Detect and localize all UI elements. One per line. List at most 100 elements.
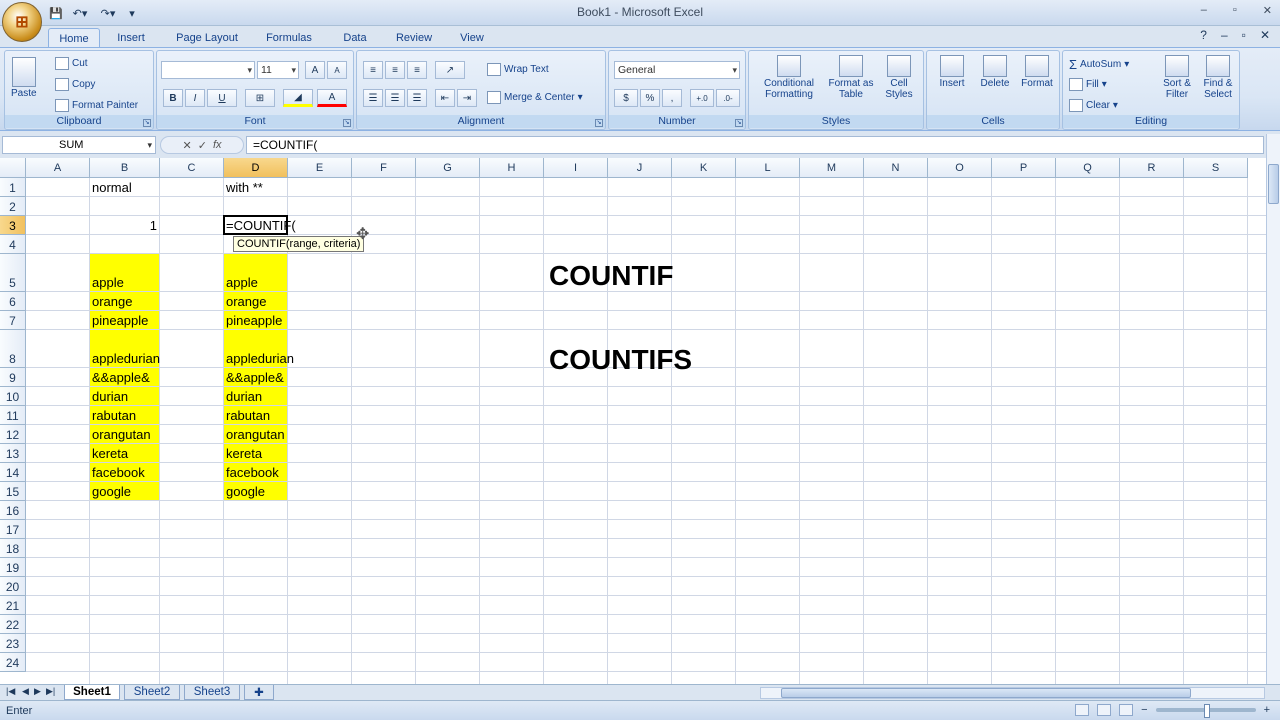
percent-button[interactable]: % [640, 89, 660, 107]
countifs-heading[interactable]: COUNTIFS [549, 344, 692, 376]
cell-d10[interactable]: durian [224, 387, 287, 405]
format-as-table-button[interactable]: Format as Table [825, 55, 877, 100]
vertical-scrollbar[interactable] [1266, 134, 1280, 686]
sheet-tab-sheet1[interactable]: Sheet1 [64, 685, 120, 700]
column-header-h[interactable]: H [480, 158, 544, 178]
decrease-decimal-button[interactable]: .0- [716, 89, 740, 107]
column-header-m[interactable]: M [800, 158, 864, 178]
tab-home[interactable]: Home [48, 28, 100, 48]
alignment-launcher-icon[interactable]: ↘ [595, 119, 603, 127]
number-format-select[interactable]: General [614, 61, 740, 79]
cell-d12[interactable]: orangutan [224, 425, 287, 443]
bold-button[interactable]: B [163, 89, 183, 107]
font-size-select[interactable]: 11 [257, 61, 299, 79]
row-header-23[interactable]: 23 [0, 634, 26, 653]
zoom-out-icon[interactable]: − [1141, 704, 1147, 716]
column-header-q[interactable]: Q [1056, 158, 1120, 178]
row-header-8[interactable]: 8 [0, 330, 26, 368]
shrink-font-button[interactable]: A [327, 61, 347, 79]
font-launcher-icon[interactable]: ↘ [343, 119, 351, 127]
wrap-text-button[interactable]: Wrap Text [487, 63, 549, 76]
underline-button[interactable]: U [207, 89, 237, 107]
cell-d7[interactable]: pineapple [224, 311, 287, 329]
row-header-20[interactable]: 20 [0, 577, 26, 596]
cell-b15[interactable]: google [90, 482, 159, 500]
fill-color-button[interactable]: ◢ [283, 89, 313, 107]
row-header-11[interactable]: 11 [0, 406, 26, 425]
borders-button[interactable]: ⊞ [245, 89, 275, 107]
horizontal-scrollbar[interactable] [760, 687, 1265, 699]
find-select-button[interactable]: Find & Select [1197, 55, 1239, 100]
last-sheet-icon[interactable]: ▶| [46, 686, 55, 697]
help-icon[interactable]: ? [1200, 28, 1207, 42]
row-header-21[interactable]: 21 [0, 596, 26, 615]
middle-align-icon[interactable]: ≡ [385, 61, 405, 79]
column-header-k[interactable]: K [672, 158, 736, 178]
align-center-icon[interactable]: ☰ [385, 89, 405, 107]
tab-data[interactable]: Data [334, 28, 376, 48]
row-header-1[interactable]: 1 [0, 178, 26, 197]
page-break-view-icon[interactable] [1119, 704, 1134, 716]
workbook-restore-button[interactable]: ▫ [1242, 28, 1246, 42]
decrease-indent-icon[interactable]: ⇤ [435, 89, 455, 107]
orientation-icon[interactable]: ↗ [435, 61, 465, 79]
insert-function-icon[interactable]: fx [213, 139, 222, 151]
font-name-select[interactable] [161, 61, 255, 79]
cell-b12[interactable]: orangutan [90, 425, 159, 443]
column-header-r[interactable]: R [1120, 158, 1184, 178]
cut-button[interactable]: Cut [55, 57, 88, 70]
zoom-slider[interactable] [1155, 704, 1256, 718]
column-header-d[interactable]: D [224, 158, 288, 178]
tab-insert[interactable]: Insert [108, 28, 154, 48]
row-header-6[interactable]: 6 [0, 292, 26, 311]
tab-page-layout[interactable]: Page Layout [168, 28, 246, 48]
cell-b14[interactable]: facebook [90, 463, 159, 481]
copy-button[interactable]: Copy [55, 78, 95, 91]
font-color-button[interactable]: A [317, 89, 347, 107]
cell-b9[interactable]: &&apple& [90, 368, 159, 386]
column-header-a[interactable]: A [26, 158, 90, 178]
column-header-o[interactable]: O [928, 158, 992, 178]
bottom-align-icon[interactable]: ≡ [407, 61, 427, 79]
align-left-icon[interactable]: ☰ [363, 89, 383, 107]
page-layout-view-icon[interactable] [1097, 704, 1112, 716]
row-header-2[interactable]: 2 [0, 197, 26, 216]
column-header-i[interactable]: I [544, 158, 608, 178]
enter-icon[interactable]: ✓ [198, 139, 207, 152]
select-all-corner[interactable] [0, 158, 26, 178]
autosum-button[interactable]: Σ AutoSum ▾ [1069, 57, 1129, 72]
cell-b6[interactable]: orange [90, 292, 159, 310]
workbook-minimize-button[interactable]: – [1221, 28, 1228, 42]
top-align-icon[interactable]: ≡ [363, 61, 383, 79]
name-box[interactable]: SUM [2, 136, 156, 154]
row-header-12[interactable]: 12 [0, 425, 26, 444]
cell-b5[interactable]: apple [90, 254, 159, 291]
row-header-13[interactable]: 13 [0, 444, 26, 463]
clear-button[interactable]: Clear ▾ [1069, 99, 1118, 112]
cell-d13[interactable]: kereta [224, 444, 287, 462]
column-header-n[interactable]: N [864, 158, 928, 178]
close-button[interactable]: ✕ [1263, 4, 1272, 17]
column-header-e[interactable]: E [288, 158, 352, 178]
row-header-18[interactable]: 18 [0, 539, 26, 558]
row-header-19[interactable]: 19 [0, 558, 26, 577]
vertical-scroll-thumb[interactable] [1268, 164, 1279, 204]
sheet-tab-sheet3[interactable]: Sheet3 [184, 685, 240, 700]
row-header-9[interactable]: 9 [0, 368, 26, 387]
paste-button[interactable]: Paste [11, 57, 37, 99]
cell-d1[interactable]: with ** [224, 178, 287, 196]
normal-view-icon[interactable] [1075, 704, 1090, 716]
increase-decimal-button[interactable]: +.0 [690, 89, 714, 107]
cell-d6[interactable]: orange [224, 292, 287, 310]
zoom-in-icon[interactable]: + [1264, 704, 1270, 716]
worksheet-grid[interactable]: ABCDEFGHIJKLMNOPQRS 1 2 3 4 5 6 7 8 9 10 11 12 13 14 1… [0, 158, 1266, 684]
insert-sheet-icon[interactable]: ✚ [244, 685, 274, 700]
cell-d9[interactable]: &&apple& [224, 368, 287, 386]
column-header-j[interactable]: J [608, 158, 672, 178]
cell-d14[interactable]: facebook [224, 463, 287, 481]
row-header-10[interactable]: 10 [0, 387, 26, 406]
cell-b13[interactable]: kereta [90, 444, 159, 462]
format-cells-button[interactable]: Format [1017, 55, 1057, 89]
conditional-formatting-button[interactable]: Conditional Formatting [753, 55, 825, 100]
increase-indent-icon[interactable]: ⇥ [457, 89, 477, 107]
